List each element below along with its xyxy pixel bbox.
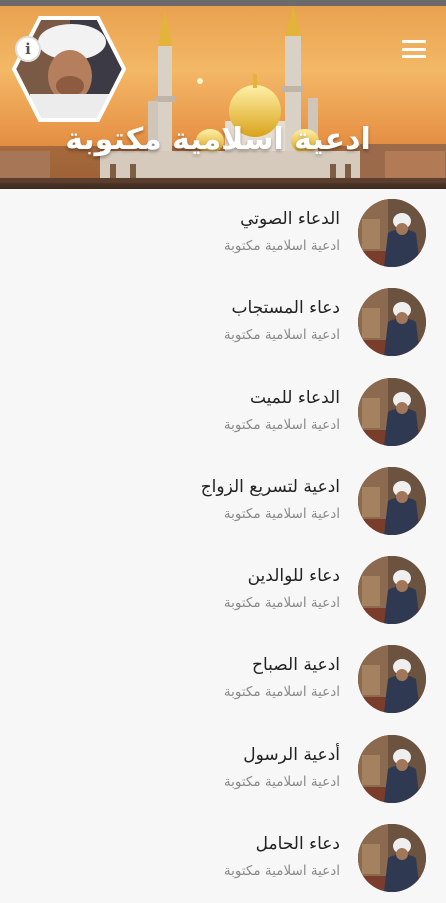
item-thumbnail bbox=[358, 645, 426, 714]
item-thumbnail bbox=[358, 466, 426, 535]
list-item[interactable]: الدعاء للميت ادعية اسلامية مكتوبة bbox=[0, 368, 446, 457]
item-texts: الدعاء للميت ادعية اسلامية مكتوبة bbox=[224, 386, 340, 434]
item-subtitle: ادعية اسلامية مكتوبة bbox=[223, 863, 340, 880]
item-subtitle: ادعية اسلامية مكتوبة bbox=[223, 773, 340, 790]
item-thumbnail bbox=[358, 288, 426, 357]
item-title: ادعية لتسريع الزواج bbox=[200, 476, 340, 497]
list-item[interactable]: أدعية الرسول ادعية اسلامية مكتوبة bbox=[0, 725, 446, 814]
item-subtitle: ادعية اسلامية مكتوبة bbox=[223, 327, 340, 344]
menu-bar bbox=[402, 55, 426, 58]
item-title: دعاء الحامل bbox=[255, 834, 340, 855]
header-banner: i ادعية اسلامية مكتوبة bbox=[0, 6, 446, 189]
info-button[interactable]: i bbox=[15, 36, 41, 62]
item-subtitle: ادعية اسلامية مكتوبة bbox=[223, 238, 340, 254]
hamburger-menu-button[interactable] bbox=[402, 40, 426, 58]
list-item[interactable]: دعاء الحامل ادعية اسلامية مكتوبة bbox=[0, 814, 446, 903]
item-thumbnail bbox=[358, 556, 426, 625]
item-subtitle: ادعية اسلامية مكتوبة bbox=[223, 505, 340, 522]
item-title: أدعية الرسول bbox=[243, 744, 340, 765]
app-title: ادعية اسلامية مكتوبة bbox=[65, 122, 371, 157]
dua-list: الدعاء الصوتي ادعية اسلامية مكتوبة دعاء … bbox=[0, 189, 446, 903]
list-item[interactable]: دعاء للوالدين ادعية اسلامية مكتوبة bbox=[0, 546, 446, 635]
item-texts: دعاء الحامل ادعية اسلامية مكتوبة bbox=[224, 832, 340, 880]
item-thumbnail bbox=[358, 824, 426, 893]
info-icon: i bbox=[25, 40, 31, 58]
list-item[interactable]: الدعاء الصوتي ادعية اسلامية مكتوبة bbox=[0, 189, 446, 278]
item-texts: الدعاء الصوتي ادعية اسلامية مكتوبة bbox=[224, 207, 340, 255]
item-texts: أدعية الرسول ادعية اسلامية مكتوبة bbox=[224, 743, 340, 791]
item-subtitle: ادعية اسلامية مكتوبة bbox=[223, 595, 340, 612]
item-title: دعاء المستجاب bbox=[231, 298, 340, 319]
item-texts: دعاء المستجاب ادعية اسلامية مكتوبة bbox=[224, 296, 340, 344]
item-title: الدعاء للميت bbox=[249, 387, 340, 408]
list-item[interactable]: ادعية لتسريع الزواج ادعية اسلامية مكتوبة bbox=[0, 457, 446, 546]
avatar-hexagon[interactable] bbox=[10, 14, 126, 124]
item-thumbnail bbox=[358, 199, 426, 267]
item-title: الدعاء الصوتي bbox=[240, 209, 340, 229]
item-texts: ادعية لتسريع الزواج ادعية اسلامية مكتوبة bbox=[201, 475, 340, 523]
list-item[interactable]: ادعية الصباح ادعية اسلامية مكتوبة bbox=[0, 635, 446, 724]
item-title: ادعية الصباح bbox=[251, 655, 340, 676]
item-thumbnail bbox=[358, 377, 426, 446]
menu-bar bbox=[402, 47, 426, 51]
item-thumbnail bbox=[358, 734, 426, 803]
menu-bar bbox=[402, 40, 426, 43]
item-texts: دعاء للوالدين ادعية اسلامية مكتوبة bbox=[224, 564, 340, 612]
item-subtitle: ادعية اسلامية مكتوبة bbox=[223, 684, 340, 701]
list-item[interactable]: دعاء المستجاب ادعية اسلامية مكتوبة bbox=[0, 278, 446, 367]
item-texts: ادعية الصباح ادعية اسلامية مكتوبة bbox=[224, 653, 340, 701]
item-title: دعاء للوالدين bbox=[247, 566, 340, 587]
item-subtitle: ادعية اسلامية مكتوبة bbox=[223, 416, 340, 433]
